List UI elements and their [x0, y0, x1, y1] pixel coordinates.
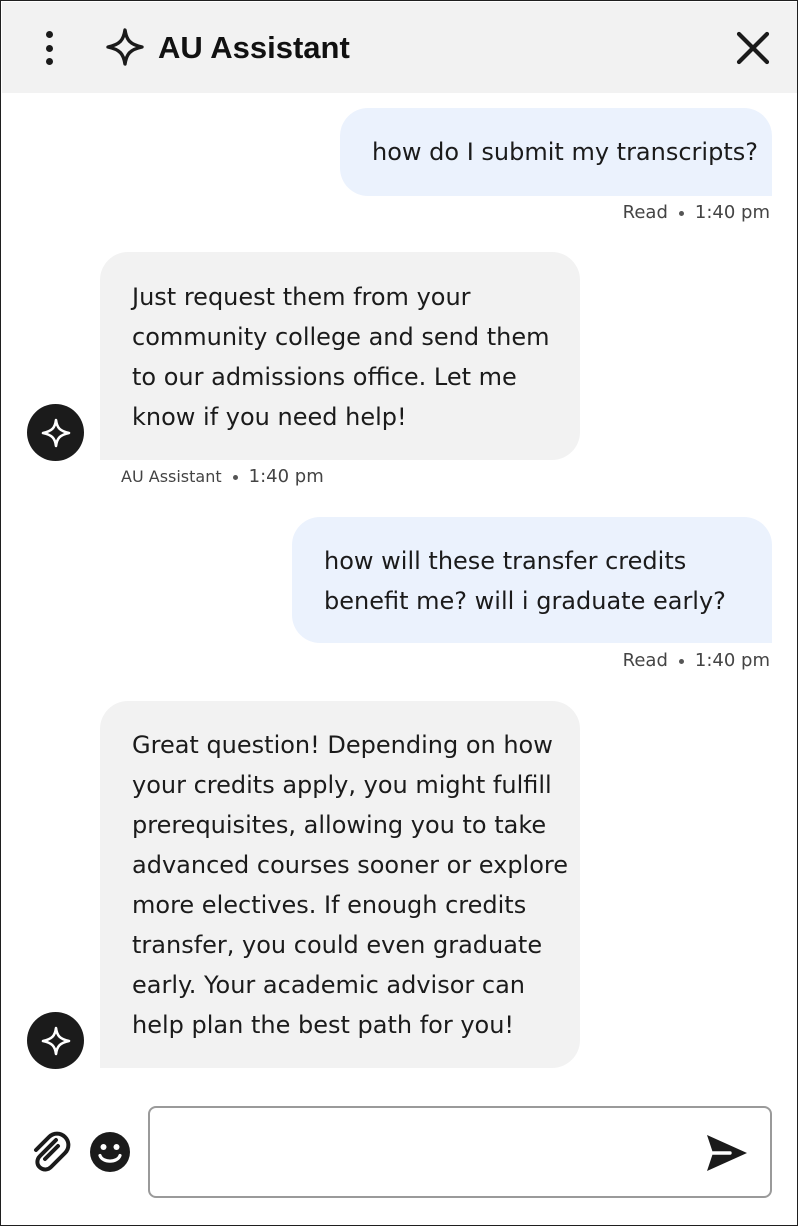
paperclip-icon[interactable] — [27, 1129, 73, 1175]
user-message-bubble: how do I submit my transcripts? — [340, 108, 772, 196]
user-message-bubble: how will these transfer credits benefit … — [292, 517, 772, 643]
message-status: Read 1:40 pm — [623, 201, 770, 225]
message-input[interactable] — [168, 1108, 688, 1196]
chat-window: AU Assistant how do I submit my transcri… — [0, 0, 798, 1226]
message-composer — [148, 1106, 772, 1198]
sender-name: AU Assistant — [121, 467, 222, 486]
chat-header: AU Assistant — [2, 2, 797, 93]
assistant-message-bubble: Great question! Depending on how your cr… — [100, 701, 580, 1068]
emoji-icon[interactable] — [89, 1131, 131, 1173]
more-vertical-icon-dot — [45, 44, 53, 52]
message-time: 1:40 pm — [694, 202, 770, 223]
message-time: 1:40 pm — [694, 650, 770, 671]
message-meta: AU Assistant 1:40 pm — [121, 465, 324, 489]
send-icon[interactable] — [704, 1132, 750, 1174]
read-status: Read — [622, 650, 668, 671]
sparkle-icon — [41, 1026, 70, 1055]
sparkle-icon — [106, 28, 144, 66]
chat-title: AU Assistant — [158, 30, 350, 65]
separator-dot-icon — [232, 474, 238, 480]
assistant-avatar — [27, 404, 84, 461]
separator-dot-icon — [678, 658, 684, 664]
read-status: Read — [622, 202, 668, 223]
assistant-message-bubble: Just request them from your community co… — [100, 252, 580, 460]
more-vertical-icon — [45, 31, 53, 38]
close-icon[interactable] — [733, 28, 773, 68]
sparkle-icon — [41, 418, 70, 447]
message-status: Read 1:40 pm — [623, 649, 770, 673]
more-options-button[interactable] — [32, 28, 66, 68]
more-vertical-icon-dot — [45, 58, 53, 65]
message-time: 1:40 pm — [248, 466, 324, 487]
separator-dot-icon — [678, 210, 684, 216]
assistant-avatar — [27, 1012, 84, 1069]
